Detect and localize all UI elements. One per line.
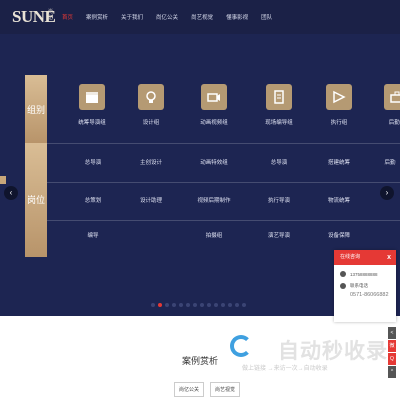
role-cell: 后勤 — [384, 160, 396, 166]
gold-accent — [0, 176, 6, 184]
group-execution[interactable]: 执行组 — [314, 84, 364, 126]
group-director[interactable]: 统筹导演组 — [67, 84, 117, 126]
wechat-button[interactable]: 微 — [388, 340, 396, 352]
nav-home[interactable]: 首页 — [62, 13, 73, 21]
role-cell: 演艺导演 — [267, 233, 291, 239]
prev-arrow-button[interactable]: ‹ — [4, 186, 18, 200]
popup-contact-row: 联系电话 — [334, 277, 396, 289]
popup-contact-label: 联系电话 — [350, 283, 368, 288]
lightbulb-icon — [138, 84, 164, 110]
logo-subtitle: 尚亿 — [48, 9, 54, 21]
close-icon[interactable]: x — [387, 250, 391, 265]
slide-dot[interactable] — [228, 303, 232, 307]
slide-dot[interactable] — [172, 303, 176, 307]
group-logistics[interactable]: 后勤保 — [372, 84, 400, 126]
main-nav: 首页 案例赏析 关于我们 尚亿公关 尚艺视觉 懂事影视 团队 — [62, 13, 285, 21]
script-icon — [266, 84, 292, 110]
slide-dot[interactable] — [221, 303, 225, 307]
slide-dot[interactable] — [200, 303, 204, 307]
watermark-text: 自动秒收录 — [278, 340, 388, 363]
clapperboard-icon — [79, 84, 105, 110]
role-cell: 拍摄组 — [205, 233, 223, 239]
popup-phone-2[interactable]: 0571-86066882 — [334, 289, 396, 298]
nav-cases[interactable]: 案例赏析 — [86, 13, 108, 21]
role-cell: 总导演 — [270, 160, 288, 166]
phone-icon — [340, 283, 346, 289]
role-cell: 设备保障 — [327, 233, 351, 239]
popup-title: 在线咨询 — [340, 254, 361, 260]
group-label: 设计组 — [142, 120, 160, 126]
phone-icon — [340, 271, 346, 277]
role-cell: 设计助理 — [139, 198, 163, 204]
role-cell: 视频后期制作 — [197, 198, 231, 204]
role-cell: 总策划 — [84, 198, 102, 204]
group-label: 统筹导演组 — [78, 120, 106, 126]
qq-button[interactable]: Q — [388, 353, 396, 365]
slide-dot[interactable] — [186, 303, 190, 307]
slide-dot[interactable] — [151, 303, 155, 307]
back-to-top-button[interactable]: ^ — [388, 366, 396, 378]
position-heading: 岗位 — [26, 195, 45, 205]
row-divider — [47, 143, 400, 144]
slide-dot[interactable] — [165, 303, 169, 307]
nav-team[interactable]: 团队 — [261, 13, 272, 21]
row-divider — [47, 182, 400, 183]
role-cell: 主创设计 — [139, 160, 163, 166]
header: SUNE 尚亿 首页 案例赏析 关于我们 尚亿公关 尚艺视觉 懂事影视 团队 — [0, 0, 400, 34]
role-cell: 执行导演 — [267, 198, 291, 204]
role-cell: 物流统筹 — [327, 198, 351, 204]
slide-dot-active[interactable] — [158, 303, 162, 307]
group-label-column: 组别 — [25, 75, 47, 143]
slide-dot[interactable] — [214, 303, 218, 307]
tab-pr[interactable]: 尚亿公关 — [174, 382, 205, 397]
group-design[interactable]: 设计组 — [126, 84, 176, 126]
group-label: 执行组 — [330, 120, 348, 126]
group-label: 现场编导组 — [265, 120, 293, 126]
video-camera-icon — [201, 84, 227, 110]
row-divider — [47, 220, 400, 221]
group-animation[interactable]: 动画视频组 — [189, 84, 239, 126]
watermark-logo: 自动秒收录 — [230, 333, 390, 363]
slide-dot[interactable] — [179, 303, 183, 307]
role-cell: 编导 — [87, 233, 99, 239]
group-label: 后勤保 — [388, 120, 400, 126]
toolbox-icon — [384, 84, 400, 110]
popup-header: 在线咨询 x — [334, 250, 396, 265]
group-heading: 组别 — [26, 105, 45, 115]
group-label: 动画视频组 — [200, 120, 228, 126]
slide-dot[interactable] — [193, 303, 197, 307]
nav-pr[interactable]: 尚亿公关 — [156, 13, 178, 21]
position-label-column: 岗位 — [25, 143, 47, 257]
popup-phone-1[interactable]: 13758888888 — [350, 272, 378, 277]
role-cell: 总导演 — [84, 160, 102, 166]
nav-visual[interactable]: 尚艺视觉 — [191, 13, 213, 21]
nav-about[interactable]: 关于我们 — [121, 13, 143, 21]
collapse-button[interactable]: < — [388, 327, 396, 339]
tab-visual[interactable]: 尚艺视觉 — [210, 382, 241, 397]
slide-dot[interactable] — [242, 303, 246, 307]
side-toolbar: < 微 Q ^ — [388, 327, 396, 379]
next-arrow-button[interactable]: › — [380, 186, 394, 200]
watermark: 自动秒收录 做上链接 →来访一次→自动收录 — [230, 333, 390, 372]
case-tabs: 尚亿公关 尚艺视觉 — [174, 382, 246, 397]
megaphone-icon — [326, 84, 352, 110]
role-cell: 动画特效组 — [200, 160, 228, 166]
contact-popup: 在线咨询 x 13758888888 联系电话 0571-86066882 — [334, 250, 396, 322]
slide-dot[interactable] — [207, 303, 211, 307]
popup-phone-row: 13758888888 — [334, 265, 396, 277]
group-onsite[interactable]: 现场编导组 — [254, 84, 304, 126]
role-cell: 搭建统筹 — [327, 160, 351, 166]
slide-dot[interactable] — [235, 303, 239, 307]
nav-film[interactable]: 懂事影视 — [226, 13, 248, 21]
watermark-circle-icon — [230, 335, 252, 357]
slide-pagination — [151, 303, 249, 307]
